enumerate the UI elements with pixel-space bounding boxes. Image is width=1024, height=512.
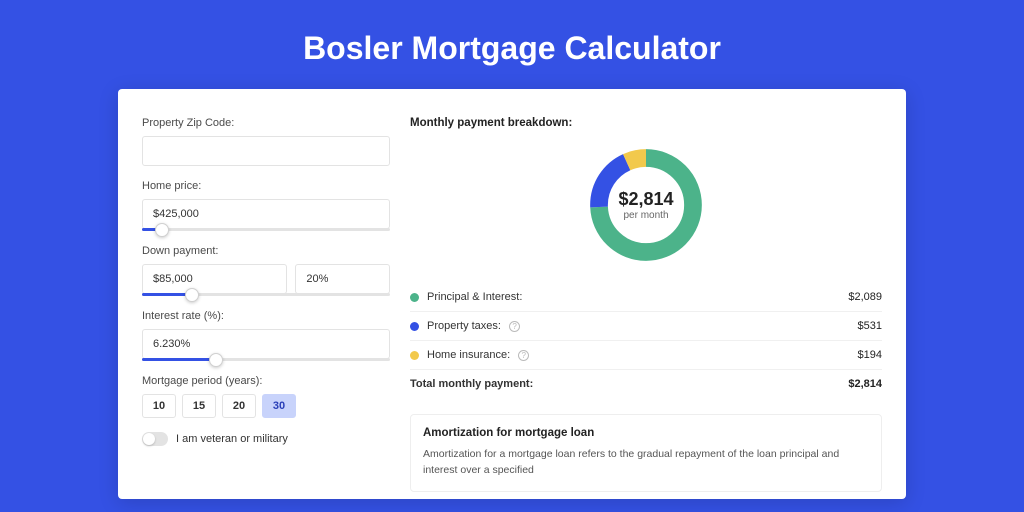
down-payment-field: Down payment:	[142, 245, 390, 296]
legend-text-insurance: Home insurance:	[427, 349, 510, 361]
legend-name-taxes: Property taxes: ?	[427, 320, 858, 332]
info-icon[interactable]: ?	[509, 321, 520, 332]
rate-slider-fill	[142, 358, 216, 361]
donut-center: $2,814 per month	[584, 143, 708, 267]
info-icon[interactable]: ?	[518, 350, 529, 361]
zip-label: Property Zip Code:	[142, 117, 390, 129]
down-slider-thumb[interactable]	[185, 288, 199, 302]
legend-row-principal: Principal & Interest: $2,089	[410, 283, 882, 312]
donut-center-amount: $2,814	[618, 189, 673, 210]
legend-dot-principal	[410, 293, 419, 302]
home-price-field: Home price:	[142, 180, 390, 231]
legend-text-taxes: Property taxes:	[427, 320, 501, 332]
zip-input[interactable]	[142, 136, 390, 166]
period-btn-20[interactable]: 20	[222, 394, 256, 418]
rate-slider[interactable]	[142, 358, 390, 361]
interest-rate-label: Interest rate (%):	[142, 310, 390, 322]
page-title: Bosler Mortgage Calculator	[0, 30, 1024, 67]
down-slider[interactable]	[142, 293, 390, 296]
calculator-card: Property Zip Code: Home price: Down paym…	[118, 89, 906, 499]
legend-val-principal: $2,089	[848, 291, 882, 303]
total-value: $2,814	[848, 378, 882, 390]
interest-rate-field: Interest rate (%):	[142, 310, 390, 361]
legend-dot-insurance	[410, 351, 419, 360]
home-price-input[interactable]	[142, 199, 390, 229]
form-column: Property Zip Code: Home price: Down paym…	[142, 117, 390, 475]
period-buttons: 10 15 20 30	[142, 394, 390, 418]
legend-name-principal: Principal & Interest:	[427, 291, 848, 303]
home-price-slider[interactable]	[142, 228, 390, 231]
period-btn-30[interactable]: 30	[262, 394, 296, 418]
period-btn-10[interactable]: 10	[142, 394, 176, 418]
home-price-slider-thumb[interactable]	[155, 223, 169, 237]
rate-slider-thumb[interactable]	[209, 353, 223, 367]
zip-field: Property Zip Code:	[142, 117, 390, 166]
legend-row-total: Total monthly payment: $2,814	[410, 370, 882, 398]
amortization-text: Amortization for a mortgage loan refers …	[423, 447, 869, 479]
total-label: Total monthly payment:	[410, 378, 848, 390]
veteran-toggle-row: I am veteran or military	[142, 432, 390, 446]
legend-dot-taxes	[410, 322, 419, 331]
amortization-title: Amortization for mortgage loan	[423, 427, 869, 439]
donut-center-sub: per month	[623, 210, 668, 221]
period-btn-15[interactable]: 15	[182, 394, 216, 418]
veteran-label: I am veteran or military	[176, 433, 288, 445]
legend-val-insurance: $194	[858, 349, 882, 361]
legend-row-insurance: Home insurance: ? $194	[410, 341, 882, 370]
down-payment-label: Down payment:	[142, 245, 390, 257]
interest-rate-input[interactable]	[142, 329, 390, 359]
down-amount-input[interactable]	[142, 264, 287, 294]
mortgage-period-label: Mortgage period (years):	[142, 375, 390, 387]
donut-chart-wrap: $2,814 per month	[410, 143, 882, 267]
breakdown-column: Monthly payment breakdown: $2,814 per mo…	[410, 117, 882, 475]
amortization-box: Amortization for mortgage loan Amortizat…	[410, 414, 882, 492]
down-percent-input[interactable]	[295, 264, 390, 294]
veteran-toggle[interactable]	[142, 432, 168, 446]
home-price-label: Home price:	[142, 180, 390, 192]
breakdown-title: Monthly payment breakdown:	[410, 117, 882, 129]
legend-val-taxes: $531	[858, 320, 882, 332]
donut-chart: $2,814 per month	[584, 143, 708, 267]
mortgage-period-field: Mortgage period (years): 10 15 20 30	[142, 375, 390, 418]
legend-row-taxes: Property taxes: ? $531	[410, 312, 882, 341]
legend-name-insurance: Home insurance: ?	[427, 349, 858, 361]
